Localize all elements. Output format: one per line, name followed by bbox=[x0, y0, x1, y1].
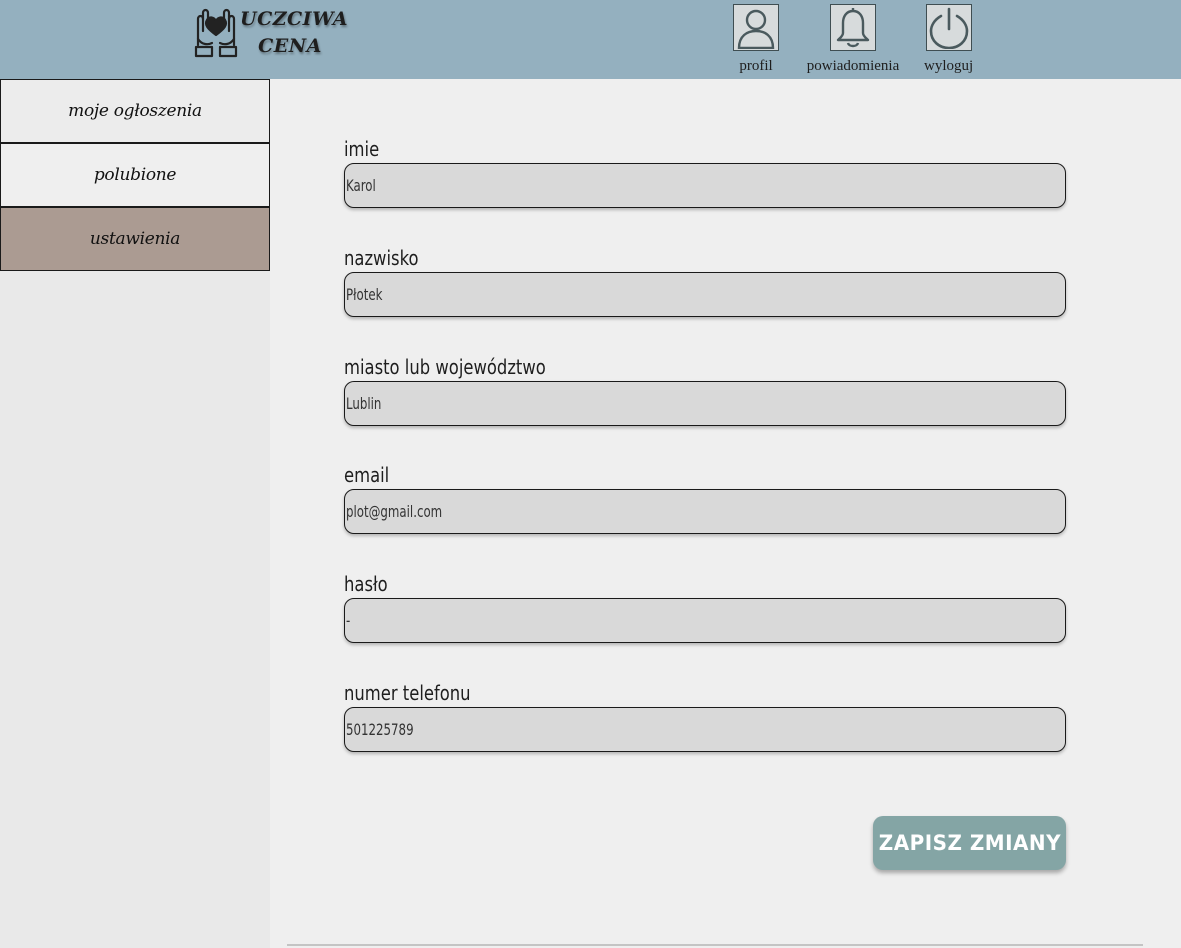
profile-button[interactable]: profil bbox=[733, 4, 779, 75]
password-group: hasło - bbox=[344, 571, 1066, 643]
logout-button[interactable]: wyloguj bbox=[924, 4, 973, 75]
sidebar-item-label: moje ogłoszenia bbox=[68, 101, 202, 121]
password-field[interactable]: - bbox=[344, 598, 1066, 643]
logout-label: wyloguj bbox=[924, 58, 974, 74]
save-changes-label: ZAPISZ ZMIANY bbox=[878, 831, 1061, 855]
phone-value: 501225789 bbox=[346, 720, 414, 739]
first-name-field[interactable]: Karol bbox=[344, 163, 1066, 208]
password-value: - bbox=[346, 611, 351, 630]
sidebar-item-my-listings[interactable]: moje ogłoszenia bbox=[0, 79, 270, 143]
last-name-field[interactable]: Płotek bbox=[344, 272, 1066, 317]
last-name-value: Płotek bbox=[346, 285, 383, 304]
first-name-group: imie Karol bbox=[344, 136, 1066, 208]
email-group: email plot@gmail.com bbox=[344, 462, 1066, 534]
profile-label: profil bbox=[739, 58, 773, 74]
power-icon bbox=[925, 4, 972, 51]
first-name-value: Karol bbox=[346, 176, 376, 195]
user-icon bbox=[733, 4, 779, 51]
city-label: miasto lub województwo bbox=[344, 355, 546, 379]
first-name-label: imie bbox=[344, 137, 380, 161]
notifications-label: powiadomienia bbox=[806, 58, 900, 74]
city-value: Lublin bbox=[346, 394, 382, 413]
last-name-label: nazwisko bbox=[344, 246, 419, 270]
logo-text-line1: UCZCIWA bbox=[240, 8, 348, 30]
sidebar-item-label: polubione bbox=[93, 165, 177, 185]
last-name-group: nazwisko Płotek bbox=[344, 245, 1066, 317]
top-header: UCZCIWA CENA profil powiadomienia wylogu… bbox=[0, 0, 1181, 79]
bottom-divider bbox=[287, 944, 1143, 946]
hands-heart-icon bbox=[194, 8, 238, 58]
sidebar-item-liked[interactable]: polubione bbox=[0, 143, 270, 207]
phone-field[interactable]: 501225789 bbox=[344, 707, 1066, 752]
sidebar-item-settings[interactable]: ustawienia bbox=[0, 207, 270, 271]
logo[interactable]: UCZCIWA CENA bbox=[194, 3, 348, 63]
logo-text-line2: CENA bbox=[258, 35, 322, 57]
phone-label: numer telefonu bbox=[344, 681, 471, 705]
bell-icon bbox=[830, 4, 876, 51]
email-value: plot@gmail.com bbox=[346, 502, 443, 521]
password-label: hasło bbox=[344, 572, 388, 596]
sidebar: moje ogłoszenia polubione ustawienia bbox=[0, 79, 270, 948]
email-field[interactable]: plot@gmail.com bbox=[344, 489, 1066, 534]
save-changes-button[interactable]: ZAPISZ ZMIANY bbox=[873, 816, 1066, 870]
city-group: miasto lub województwo Lublin bbox=[344, 354, 1066, 426]
sidebar-item-label: ustawienia bbox=[89, 229, 181, 249]
email-label: email bbox=[344, 463, 390, 487]
phone-group: numer telefonu 501225789 bbox=[344, 680, 1066, 752]
city-field[interactable]: Lublin bbox=[344, 381, 1066, 426]
notifications-button[interactable]: powiadomienia bbox=[803, 4, 903, 75]
